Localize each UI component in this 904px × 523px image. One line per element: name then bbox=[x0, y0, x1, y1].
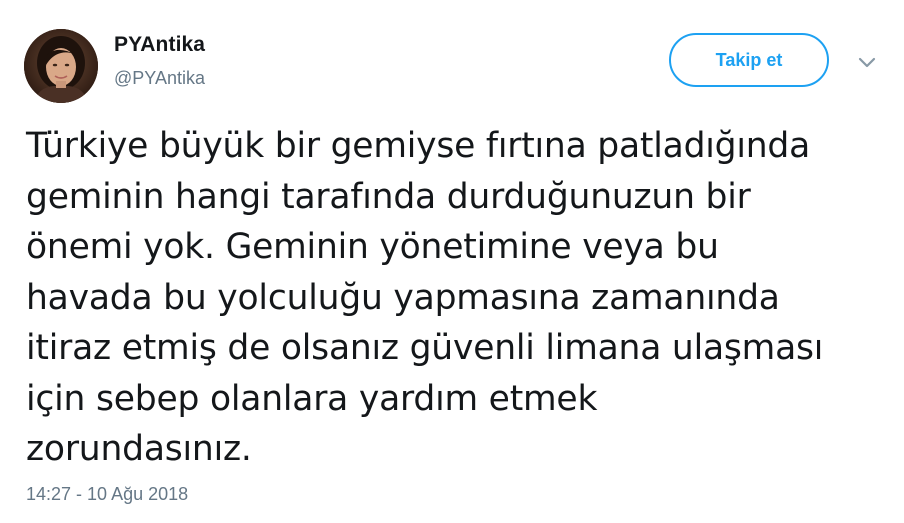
tweet-timestamp[interactable]: 14:27 - 10 Ağu 2018 bbox=[26, 484, 188, 505]
avatar[interactable] bbox=[24, 29, 98, 103]
profile-photo-icon bbox=[24, 29, 98, 103]
author-display-name[interactable]: PYAntika bbox=[114, 33, 205, 57]
tweet-card: PYAntika @PYAntika Takip et Türkiye büyü… bbox=[0, 0, 904, 523]
tweet-text: Türkiye büyük bir gemiyse fırtına patlad… bbox=[26, 126, 824, 469]
author-handle[interactable]: @PYAntika bbox=[114, 68, 205, 89]
more-options-button[interactable] bbox=[852, 48, 882, 78]
follow-button[interactable]: Takip et bbox=[669, 33, 829, 87]
chevron-down-icon bbox=[858, 57, 876, 68]
